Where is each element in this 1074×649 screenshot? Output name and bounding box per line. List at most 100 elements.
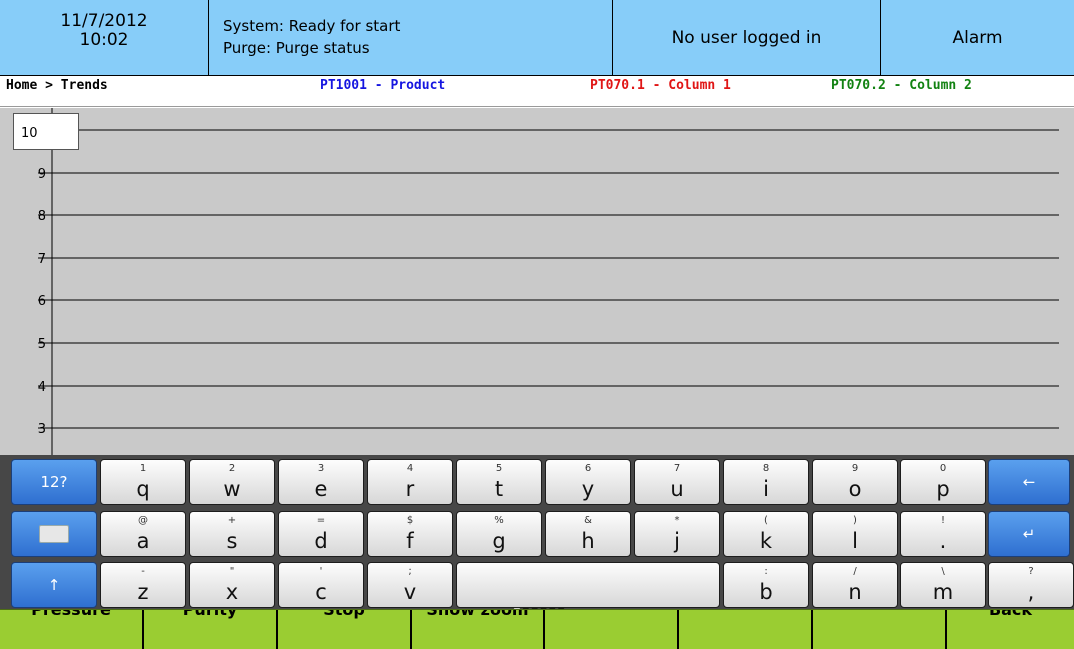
y-tick-label: 3 [38,422,46,437]
softkey-empty[interactable] [813,610,947,649]
key-secondary-char: 2 [228,463,236,474]
key-h[interactable]: & h [545,511,631,557]
key-secondary-char: + [227,515,237,526]
key-secondary-char: " [229,566,235,577]
softkey-pressure[interactable]: Pressure [0,610,144,649]
key-primary-char: h [581,529,595,553]
key-c[interactable]: ' c [278,562,364,608]
key-secondary-char: / [853,566,857,577]
key-q[interactable]: 1q [100,459,186,505]
legend-item-pt1001[interactable]: PT1001 - Product [320,78,445,93]
key-space[interactable] [456,562,720,608]
user-status-text: No user logged in [671,27,822,48]
system-status-panel: System: Ready for start Purge: Purge sta… [209,0,613,75]
key-secondary-char: ) [853,515,857,526]
key-hide-keyboard[interactable] [11,511,97,557]
key-e[interactable]: 3e [278,459,364,505]
key-secondary-char: % [494,515,504,526]
key-secondary-char: $ [406,515,414,526]
datetime-display: 11/7/2012 10:02 [0,0,209,75]
key-shift[interactable]: ↑ [11,562,97,608]
key-primary-char: u [670,477,684,501]
key-secondary-char: 3 [317,463,325,474]
y-tick-labels: 9 8 7 6 5 4 3 [38,167,46,437]
y-tick-label: 7 [38,252,46,267]
date-text: 11/7/2012 [60,11,148,31]
key-w[interactable]: 2w [189,459,275,505]
key-z[interactable]: -z [100,562,186,608]
key-s[interactable]: + s [189,511,275,557]
key-enter[interactable]: ↵ [988,511,1070,557]
breadcrumb: Home > Trends [6,78,108,93]
key-backspace[interactable]: ← [988,459,1070,505]
key-f[interactable]: $ f [367,511,453,557]
softkey-empty[interactable] [545,610,679,649]
key-secondary-char: 8 [762,463,770,474]
key-comma[interactable]: ?, [988,562,1074,608]
key-primary-char: q [136,477,150,501]
key-primary-char: d [314,529,328,553]
key-secondary-char: 7 [673,463,681,474]
key-j[interactable]: * j [634,511,720,557]
key-numeric-toggle[interactable]: 12? [11,459,97,505]
softkey-purity[interactable]: Purity [144,610,278,649]
y-max-input[interactable]: 10 [13,113,79,150]
softkey-back[interactable]: Back [947,610,1074,649]
soft-button-bar: Pressure Purity Stop Show zoom Back [0,609,1074,649]
key-x[interactable]: " x [189,562,275,608]
key-primary-char: c [315,580,327,604]
time-text: 10:02 [79,30,129,50]
alarm-label: Alarm [952,27,1003,48]
enter-icon: ↵ [1022,525,1036,543]
key-primary-char: k [759,529,773,553]
key-primary-char: , [1027,580,1035,604]
key-secondary-char: ! [940,515,945,526]
backspace-icon: ← [1022,473,1036,491]
key-secondary-char: & [584,515,592,526]
key-n[interactable]: / n [812,562,898,608]
key-y[interactable]: 6y [545,459,631,505]
login-button[interactable]: No user logged in [613,0,881,75]
key-secondary-char: - [141,566,145,577]
key-d[interactable]: = d [278,511,364,557]
key-secondary-char: 0 [939,463,947,474]
keyboard-icon [39,525,69,543]
key-a[interactable]: @ a [100,511,186,557]
trend-plot: 9 8 7 6 5 4 3 [38,108,1059,463]
softkey-empty[interactable] [679,610,813,649]
key-primary-char: w [223,477,241,501]
key-secondary-char: \ [941,566,945,577]
key-r[interactable]: 4r [367,459,453,505]
key-m[interactable]: \ m [900,562,986,608]
softkey-label: Stop [323,609,365,619]
key-p[interactable]: 0p [900,459,986,505]
softkey-label: Back [988,609,1033,619]
purge-status-text: Purge: Purge status [223,39,370,57]
system-status-text: System: Ready for start [223,17,401,35]
grid-lines [38,172,1059,429]
key-g[interactable]: % g [456,511,542,557]
shift-icon: ↑ [47,576,61,594]
legend-item-pt070-1[interactable]: PT070.1 - Column 1 [590,78,731,93]
key-b[interactable]: :b [723,562,809,608]
legend-item-pt070-2[interactable]: PT070.2 - Column 2 [831,78,972,93]
y-tick-label: 6 [38,294,46,309]
softkey-show-zoom[interactable]: Show zoom [412,610,545,649]
key-primary-char: x [225,580,239,604]
key-l[interactable]: ) l [812,511,898,557]
y-tick-label: 9 [38,167,46,182]
key-u[interactable]: 7u [634,459,720,505]
key-i[interactable]: 8i [723,459,809,505]
key-secondary-char: 1 [139,463,147,474]
trend-chart: 9 8 7 6 5 4 3 10 [0,108,1074,463]
key-primary-char: j [674,529,680,553]
key-o[interactable]: 9o [812,459,898,505]
key-primary-char: . [939,529,947,553]
softkey-stop[interactable]: Stop [278,610,412,649]
key-secondary-char: 6 [584,463,592,474]
key-t[interactable]: 5t [456,459,542,505]
key-v[interactable]: ; v [367,562,453,608]
key-period[interactable]: !. [900,511,986,557]
alarm-button[interactable]: Alarm [881,0,1074,75]
key-k[interactable]: (k [723,511,809,557]
